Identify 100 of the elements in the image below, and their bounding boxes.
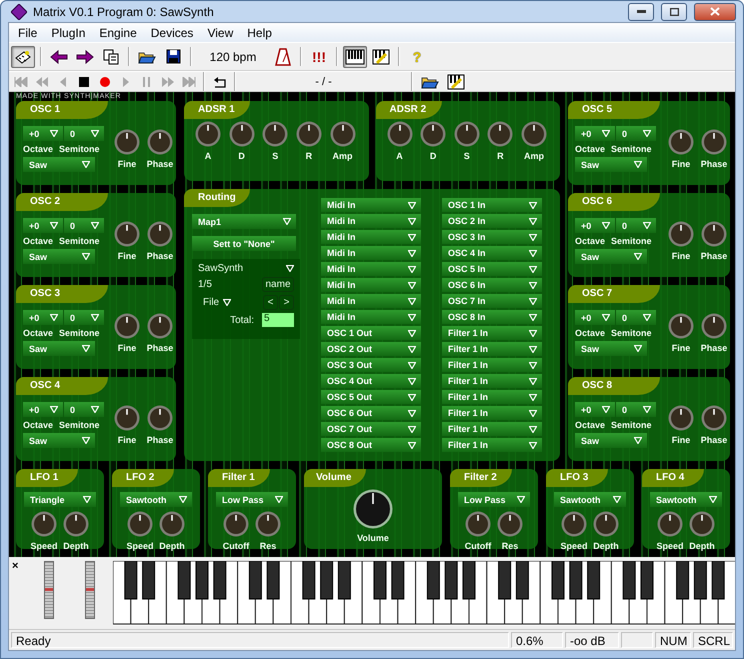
pitch-wheel[interactable]: [85, 561, 95, 619]
waveform-dropdown[interactable]: Saw: [575, 157, 647, 172]
octave-dropdown[interactable]: +0: [23, 310, 63, 325]
semitone-dropdown[interactable]: 0: [616, 126, 656, 141]
semitone-dropdown[interactable]: 0: [616, 402, 656, 417]
source-dropdown[interactable]: Midi In: [321, 278, 421, 292]
source-dropdown[interactable]: Midi In: [321, 198, 421, 212]
previous-button[interactable]: <: [263, 295, 278, 310]
destination-dropdown[interactable]: Filter 1 In: [442, 438, 542, 452]
reset-button[interactable]: Sett to "None": [192, 236, 296, 251]
pause-icon: [142, 76, 150, 86]
destination-dropdown[interactable]: OSC 6 In: [442, 278, 542, 292]
source-dropdown[interactable]: OSC 2 Out: [321, 342, 421, 356]
waveform-dropdown[interactable]: Saw: [23, 433, 95, 448]
source-dropdown[interactable]: Midi In: [321, 230, 421, 244]
destination-dropdown[interactable]: Filter 1 In: [442, 326, 542, 340]
mode-dropdown[interactable]: Low Pass: [216, 492, 288, 507]
toolbar-button[interactable]: !!!: [307, 46, 331, 68]
rename-button[interactable]: name: [262, 277, 294, 292]
semitone-label: Semitone: [611, 328, 652, 338]
source-dropdown[interactable]: Midi In: [321, 294, 421, 308]
dropdown-triangle-icon: [529, 298, 537, 304]
source-dropdown[interactable]: OSC 6 Out: [321, 406, 421, 420]
waveform-dropdown[interactable]: Saw: [575, 433, 647, 448]
knob-label: Fine: [672, 159, 690, 169]
minimize-button[interactable]: [628, 2, 654, 20]
file-menu[interactable]: File: [203, 297, 232, 308]
menu-item[interactable]: Engine: [92, 26, 144, 40]
pitch-wheel[interactable]: [44, 561, 54, 619]
destination-dropdown[interactable]: OSC 4 In: [442, 246, 542, 260]
toolbar-button[interactable]: [11, 46, 35, 68]
destination-dropdown[interactable]: Filter 1 In: [442, 390, 542, 404]
destination-dropdown[interactable]: Filter 1 In: [442, 358, 542, 372]
destination-dropdown[interactable]: OSC 2 In: [442, 214, 542, 228]
destination-dropdown[interactable]: OSC 8 In: [442, 310, 542, 324]
waveform-dropdown[interactable]: Saw: [575, 249, 647, 264]
semitone-dropdown[interactable]: 0: [64, 402, 104, 417]
menu-item[interactable]: Help: [240, 26, 279, 40]
source-dropdown[interactable]: OSC 3 Out: [321, 358, 421, 372]
source-dropdown[interactable]: Midi In: [321, 310, 421, 324]
piano-keyboard[interactable]: [112, 561, 735, 625]
menu-item[interactable]: Devices: [144, 26, 200, 40]
toolbar-button[interactable]: [343, 46, 367, 68]
app-diamond-icon: [11, 4, 27, 20]
octave-dropdown[interactable]: +0: [575, 402, 615, 417]
total-field[interactable]: 5: [262, 313, 294, 327]
octave-dropdown[interactable]: +0: [23, 126, 63, 141]
semitone-dropdown[interactable]: 0: [64, 310, 104, 325]
semitone-dropdown[interactable]: 0: [64, 126, 104, 141]
mode-dropdown[interactable]: Triangle: [24, 492, 96, 507]
source-dropdown[interactable]: Midi In: [321, 246, 421, 260]
close-button[interactable]: [694, 2, 736, 20]
source-dropdown[interactable]: OSC 1 Out: [321, 326, 421, 340]
source-dropdown[interactable]: OSC 8 Out: [321, 438, 421, 452]
dropdown-triangle-icon: [408, 362, 416, 368]
source-dropdown[interactable]: OSC 5 Out: [321, 390, 421, 404]
octave-dropdown[interactable]: +0: [575, 310, 615, 325]
octave-label: Octave: [23, 144, 54, 154]
mode-dropdown[interactable]: Sawtooth: [554, 492, 626, 507]
destination-dropdown[interactable]: Filter 1 In: [442, 374, 542, 388]
source-dropdown[interactable]: Midi In: [321, 262, 421, 276]
destination-dropdown[interactable]: OSC 1 In: [442, 198, 542, 212]
destination-dropdown[interactable]: Filter 1 In: [442, 342, 542, 356]
semitone-dropdown[interactable]: 0: [616, 218, 656, 233]
destination-dropdown[interactable]: OSC 3 In: [442, 230, 542, 244]
source-dropdown[interactable]: Midi In: [321, 214, 421, 228]
keyboard-wrench-icon: [372, 48, 390, 64]
octave-dropdown[interactable]: +0: [575, 218, 615, 233]
dropdown-triangle-icon: [529, 426, 537, 432]
source-dropdown[interactable]: OSC 7 Out: [321, 422, 421, 436]
waveform-dropdown[interactable]: Saw: [575, 341, 647, 356]
destination-dropdown[interactable]: OSC 5 In: [442, 262, 542, 276]
knob-label: Amp: [332, 151, 352, 161]
mode-dropdown[interactable]: Sawtooth: [650, 492, 722, 507]
maximize-button[interactable]: [661, 2, 687, 20]
next-button[interactable]: >: [279, 295, 294, 310]
mode-dropdown[interactable]: Sawtooth: [120, 492, 192, 507]
dropdown-triangle-icon: [91, 406, 99, 413]
waveform-dropdown[interactable]: Saw: [23, 341, 95, 356]
destination-dropdown[interactable]: OSC 7 In: [442, 294, 542, 308]
destination-dropdown[interactable]: Filter 1 In: [442, 406, 542, 420]
waveform-dropdown[interactable]: Saw: [23, 249, 95, 264]
mode-dropdown[interactable]: Low Pass: [458, 492, 530, 507]
menu-item[interactable]: File: [11, 26, 44, 40]
octave-dropdown[interactable]: +0: [575, 126, 615, 141]
knob[interactable]: [353, 489, 393, 529]
map-dropdown[interactable]: Map1: [192, 214, 296, 229]
menu-item[interactable]: PlugIn: [44, 26, 92, 40]
waveform-dropdown[interactable]: Saw: [23, 157, 95, 172]
panel-title: LFO 4: [642, 469, 704, 487]
destination-dropdown[interactable]: Filter 1 In: [442, 422, 542, 436]
semitone-dropdown[interactable]: 0: [64, 218, 104, 233]
semitone-dropdown[interactable]: 0: [616, 310, 656, 325]
knob-label: A: [396, 151, 403, 161]
octave-dropdown[interactable]: +0: [23, 218, 63, 233]
octave-dropdown[interactable]: +0: [23, 402, 63, 417]
close-keyboard-button[interactable]: ×: [12, 561, 18, 571]
menu-item[interactable]: View: [200, 26, 240, 40]
source-dropdown[interactable]: OSC 4 Out: [321, 374, 421, 388]
scroll-lock-indicator: SCRL: [693, 632, 733, 648]
